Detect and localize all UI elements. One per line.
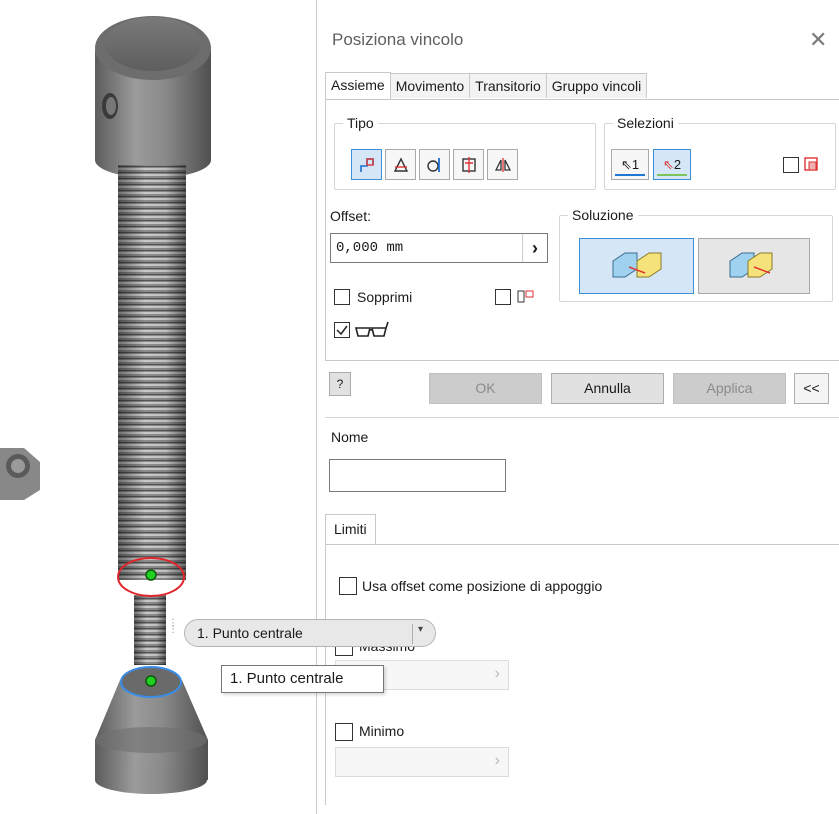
collapse-button[interactable]: << [794,373,829,404]
cursor-red-icon: ⇖ [662,156,674,172]
pill-drag-handle[interactable]: ⋮ ⋮ [168,619,178,645]
selection-1-button[interactable]: ⇖ 1 [611,149,649,180]
selezioni-label: Selezioni [613,115,678,131]
tab-gruppo-vincoli[interactable]: Gruppo vincoli [545,73,648,98]
place-constraint-dialog: Posiziona vincolo ✕ Assieme Movimento Tr… [316,0,839,814]
offset-value: 0,000 mm [336,240,404,256]
nome-label: Nome [331,429,369,445]
insert-icon [461,156,476,173]
pick-part-first-icon [804,157,818,171]
pill-separator [412,624,413,644]
glasses-icon [354,321,389,337]
minimo-field[interactable]: › [335,747,509,777]
selection-1-label: 1 [631,157,640,172]
tangent-icon [426,157,440,172]
hex-nut[interactable] [0,448,40,500]
center-point-marker-2[interactable] [145,675,157,687]
tab-assieme[interactable]: Assieme [325,72,391,99]
chevron-down-icon[interactable]: ▾ [418,624,423,635]
selezioni-group: Selezioni ⇖ 1 ⇖ 2 [604,115,836,190]
hover-tooltip: 1. Punto centrale [221,665,384,693]
selection-priority-pill[interactable]: 1. Punto centrale ▾ [184,619,436,647]
assieme-panel: Tipo Selezioni ⇖ 1 ⇖ 2 Offset: 0,000 mm … [325,99,839,361]
preview-checkbox[interactable] [334,322,350,338]
soluzione-group: Soluzione [559,207,833,302]
selection-2-button[interactable]: ⇖ 2 [653,149,691,180]
offset-input[interactable]: 0,000 mm › [330,233,548,263]
mate-solution-button[interactable] [579,238,694,294]
applica-button[interactable]: Applica [673,373,786,404]
symmetry-icon [494,157,511,172]
selection-2-underline [657,174,687,176]
ok-button[interactable]: OK [429,373,542,404]
soluzione-label: Soluzione [568,207,638,223]
sopprimi-checkbox[interactable] [334,289,350,305]
angle-icon [393,156,408,172]
annulla-button[interactable]: Annulla [551,373,664,404]
top-knob[interactable] [95,16,211,178]
minimo-label: Minimo [359,723,405,739]
minimo-arrow[interactable]: › [495,752,500,770]
close-icon[interactable]: ✕ [809,27,827,53]
mate-button[interactable] [351,149,382,180]
checkmark-icon [336,325,348,336]
selection-1-underline [615,174,645,176]
massimo-arrow[interactable]: › [495,665,500,683]
angle-button[interactable] [385,149,416,180]
predict-offset-checkbox[interactable] [495,289,511,305]
dialog-title: Posiziona vincolo [332,30,464,49]
usa-offset-checkbox[interactable] [339,577,357,595]
tab-limiti[interactable]: Limiti [325,514,376,545]
cursor-icon: ⇖ [620,156,632,172]
flush-solution-button[interactable] [698,238,810,294]
offset-label: Offset: [330,208,371,224]
usa-offset-label: Usa offset come posizione di appoggio [362,578,603,594]
pill-label: 1. Punto centrale [197,625,303,641]
mate-icon [359,157,374,172]
flush-solution-icon [729,252,773,278]
help-icon: ? [336,377,344,391]
section-divider [325,417,839,418]
tab-transitorio[interactable]: Transitorio [469,73,547,98]
predict-offset-icon [517,290,534,303]
nome-input[interactable] [329,459,506,492]
selection-2-label: 2 [673,157,682,172]
tab-movimento[interactable]: Movimento [389,73,471,98]
minimo-checkbox[interactable] [335,723,353,741]
sopprimi-label: Sopprimi [357,289,413,305]
tipo-group: Tipo [334,115,596,190]
mate-solution-icon [612,252,661,278]
tangent-button[interactable] [419,149,450,180]
tipo-label: Tipo [343,115,378,131]
symmetry-button[interactable] [487,149,518,180]
center-point-marker-1[interactable] [145,569,157,581]
offset-menu-arrow[interactable]: › [522,234,547,262]
tab-bar: Assieme Movimento Transitorio Gruppo vin… [325,72,648,99]
help-button[interactable]: ? [329,372,351,396]
first-occurrence-checkbox[interactable] [783,157,799,173]
insert-button[interactable] [453,149,484,180]
